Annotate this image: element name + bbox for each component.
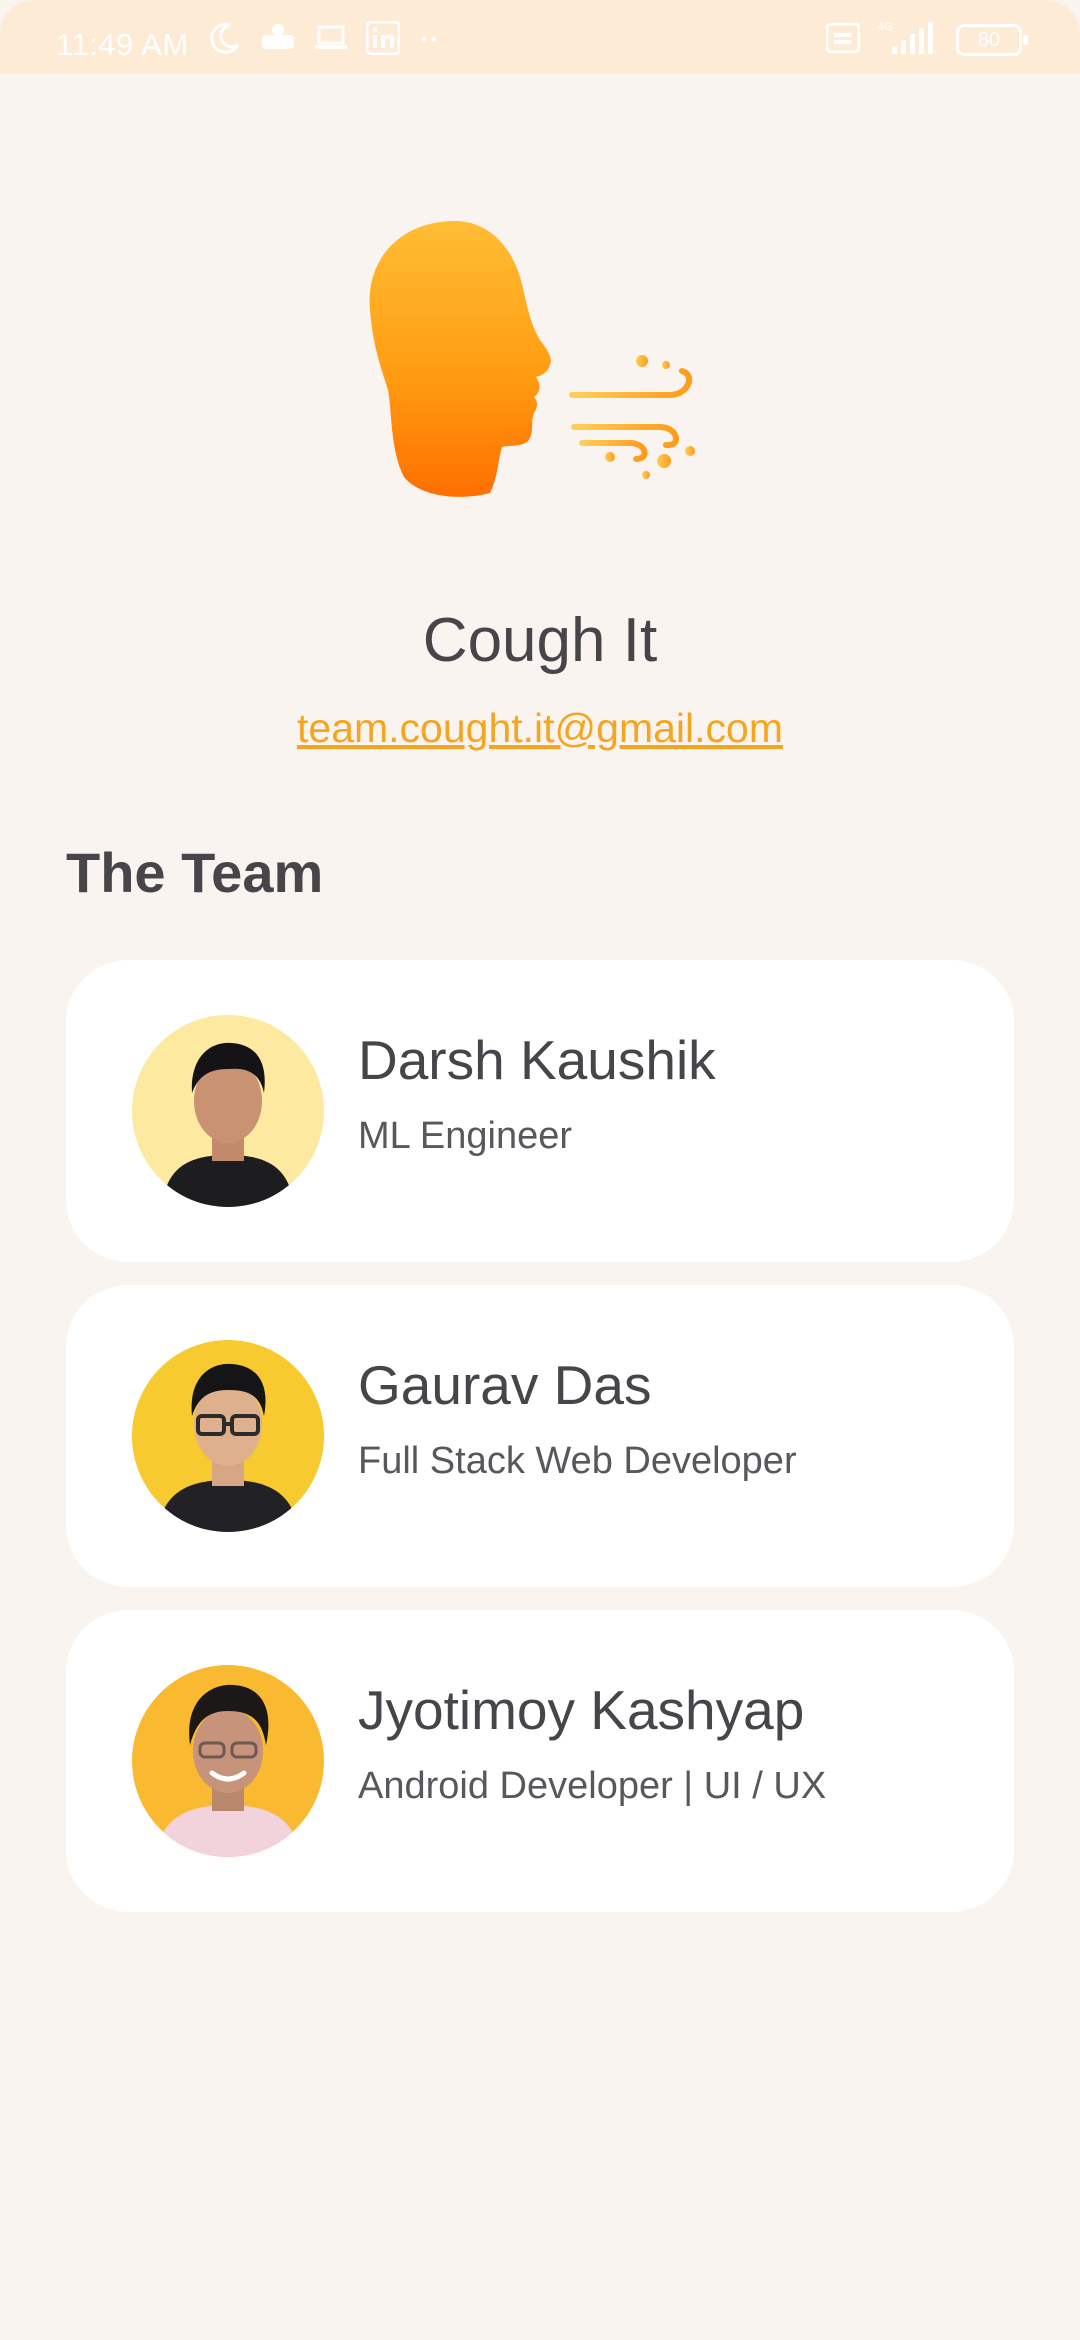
status-icons-right: 4G 80: [825, 20, 1028, 61]
linkedin-icon: [365, 20, 401, 60]
contact-email-link[interactable]: team.cought.it@gmail.com: [0, 705, 1080, 752]
app-logo: [360, 215, 720, 515]
status-bar: 11:49 AM 4G 80: [0, 0, 1080, 74]
member-name: Darsh Kaushik: [358, 1029, 716, 1091]
team-member-card[interactable]: Jyotimoy Kashyap Android Developer | UI …: [66, 1610, 1014, 1912]
volte-icon: [825, 22, 861, 58]
battery-indicator: 80: [956, 24, 1028, 56]
person-avatar-icon: [162, 1042, 294, 1207]
member-role: ML Engineer: [358, 1115, 573, 1157]
member-role: Full Stack Web Developer: [358, 1440, 797, 1482]
game-controller-icon: [260, 21, 296, 60]
member-role: Android Developer | UI / UX: [358, 1765, 827, 1807]
head-cough-icon: [369, 221, 699, 497]
app-name: Cough It: [422, 606, 658, 675]
member-name: Jyotimoy Kashyap: [358, 1679, 805, 1741]
status-icons-left: [208, 20, 442, 60]
network-type-label: 4G: [878, 21, 893, 33]
avatar: [132, 1665, 324, 1857]
person-avatar-icon: [156, 1684, 300, 1857]
person-avatar-icon: [158, 1363, 298, 1532]
avatar: [132, 1015, 324, 1207]
avatar: [132, 1340, 324, 1532]
moon-icon: [208, 21, 242, 60]
team-member-card[interactable]: Gaurav Das Full Stack Web Developer: [66, 1285, 1014, 1587]
team-section-title: The Team: [66, 841, 324, 904]
signal-icon: 4G: [878, 20, 938, 61]
laptop-icon: [314, 23, 348, 58]
status-time: 11:49 AM: [56, 27, 189, 62]
team-member-card[interactable]: Darsh Kaushik ML Engineer: [66, 960, 1014, 1262]
member-name: Gaurav Das: [358, 1354, 652, 1416]
more-dots-icon: [418, 31, 442, 49]
